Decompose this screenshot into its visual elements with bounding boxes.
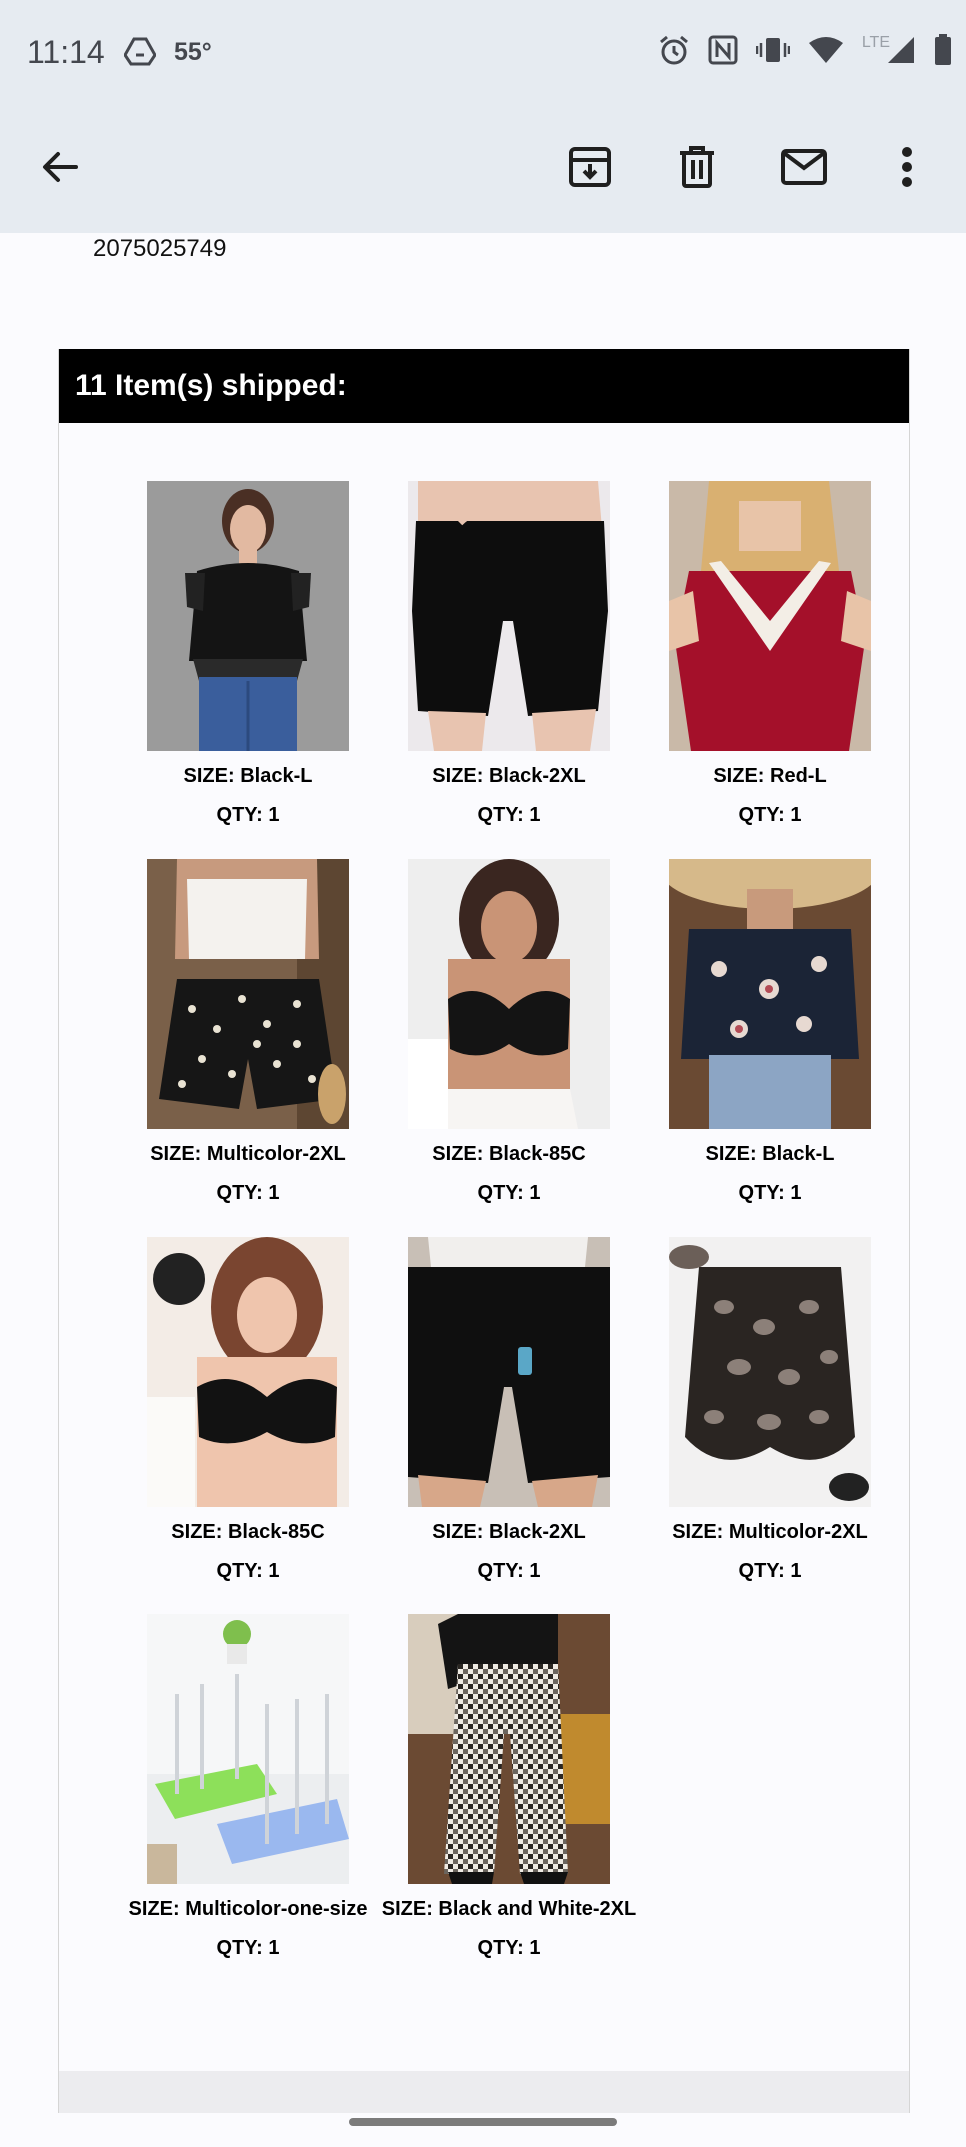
item-qty: QTY: 1 <box>477 804 541 826</box>
alarm-icon <box>658 34 690 71</box>
product-image-leopard-skirt[interactable] <box>669 1237 871 1507</box>
trash-icon <box>677 145 717 194</box>
signal-icon <box>886 35 916 70</box>
item-qty: QTY: 1 <box>216 804 280 826</box>
product-image-red-lace-top[interactable] <box>669 481 871 751</box>
item-qty: QTY: 1 <box>477 1560 541 1582</box>
gesture-handle[interactable] <box>349 2118 617 2126</box>
back-button[interactable] <box>24 133 96 205</box>
product-image-black-biker-shorts[interactable] <box>408 481 610 751</box>
shipped-item[interactable]: SIZE: Black-2XL QTY: 1 <box>378 1237 640 1583</box>
item-size: SIZE: Black-2XL <box>432 765 586 787</box>
archive-button[interactable] <box>554 133 626 205</box>
order-number: 2075025749 <box>93 235 227 262</box>
status-time: 11:14 <box>27 34 105 70</box>
item-qty: QTY: 1 <box>738 1182 802 1204</box>
email-body[interactable]: 2075025749 11 Item(s) shipped: SIZE: Bla… <box>0 233 966 2113</box>
item-qty: QTY: 1 <box>216 1182 280 1204</box>
product-image-black-lace-top[interactable] <box>147 481 349 751</box>
shipped-item[interactable]: SIZE: Black and White-2XL QTY: 1 <box>328 1614 690 1960</box>
shipped-item[interactable]: SIZE: Black-L QTY: 1 <box>117 481 379 827</box>
battery-icon <box>934 33 952 71</box>
product-image-gingham-pants[interactable] <box>408 1614 610 1884</box>
email-toolbar <box>0 105 966 233</box>
product-image-floral-shorts[interactable] <box>147 859 349 1129</box>
item-size: SIZE: Black-2XL <box>432 1521 586 1543</box>
item-size: SIZE: Black and White-2XL <box>381 1898 637 1920</box>
delete-button[interactable] <box>661 133 733 205</box>
shipped-item[interactable]: SIZE: Multicolor-2XL QTY: 1 <box>117 859 379 1205</box>
item-size: SIZE: Black-L <box>705 1143 835 1165</box>
product-image-black-lace-bra[interactable] <box>147 1237 349 1507</box>
product-image-black-bra[interactable] <box>408 859 610 1129</box>
item-qty: QTY: 1 <box>477 1937 541 1959</box>
item-size: SIZE: Multicolor-2XL <box>150 1143 346 1165</box>
item-qty: QTY: 1 <box>477 1182 541 1204</box>
shipped-header: 11 Item(s) shipped: <box>59 349 909 423</box>
shipped-item[interactable]: SIZE: Black-2XL QTY: 1 <box>378 481 640 827</box>
arrow-back-icon <box>40 147 80 192</box>
shipped-item[interactable]: SIZE: Black-85C QTY: 1 <box>117 1237 379 1583</box>
more-options-button[interactable] <box>871 133 943 205</box>
card-footer-divider <box>59 2071 909 2113</box>
shipped-items-card: 11 Item(s) shipped: SIZE: Black-L QTY: 1… <box>58 349 910 2113</box>
shipped-item[interactable]: SIZE: Black-L QTY: 1 <box>639 859 901 1205</box>
nfc-icon <box>708 35 738 70</box>
item-size: SIZE: Multicolor-2XL <box>672 1521 868 1543</box>
shipped-item[interactable]: SIZE: Multicolor-2XL QTY: 1 <box>639 1237 901 1583</box>
item-size: SIZE: Black-L <box>183 765 313 787</box>
archive-icon <box>568 145 612 194</box>
product-image-floral-lace-blouse[interactable] <box>669 859 871 1129</box>
weather-temperature: 55° <box>174 38 212 66</box>
item-size: SIZE: Red-L <box>713 765 827 787</box>
drive-icon <box>123 36 157 71</box>
shipped-item[interactable]: SIZE: Black-85C QTY: 1 <box>378 859 640 1205</box>
wifi-icon <box>808 35 844 70</box>
item-qty: QTY: 1 <box>738 1560 802 1582</box>
more-vert-icon <box>901 146 913 192</box>
product-image-drying-racks[interactable] <box>147 1614 349 1884</box>
mail-icon <box>780 148 828 191</box>
item-size: SIZE: Black-85C <box>432 1143 586 1165</box>
shipped-item[interactable]: SIZE: Red-L QTY: 1 <box>639 481 901 827</box>
vibrate-icon <box>755 35 791 70</box>
status-bar: 11:14 55° LTE <box>0 0 966 105</box>
item-size: SIZE: Black-85C <box>171 1521 325 1543</box>
mark-unread-button[interactable] <box>768 133 840 205</box>
item-qty: QTY: 1 <box>738 804 802 826</box>
product-image-black-pocket-shorts[interactable] <box>408 1237 610 1507</box>
item-qty: QTY: 1 <box>216 1560 280 1582</box>
